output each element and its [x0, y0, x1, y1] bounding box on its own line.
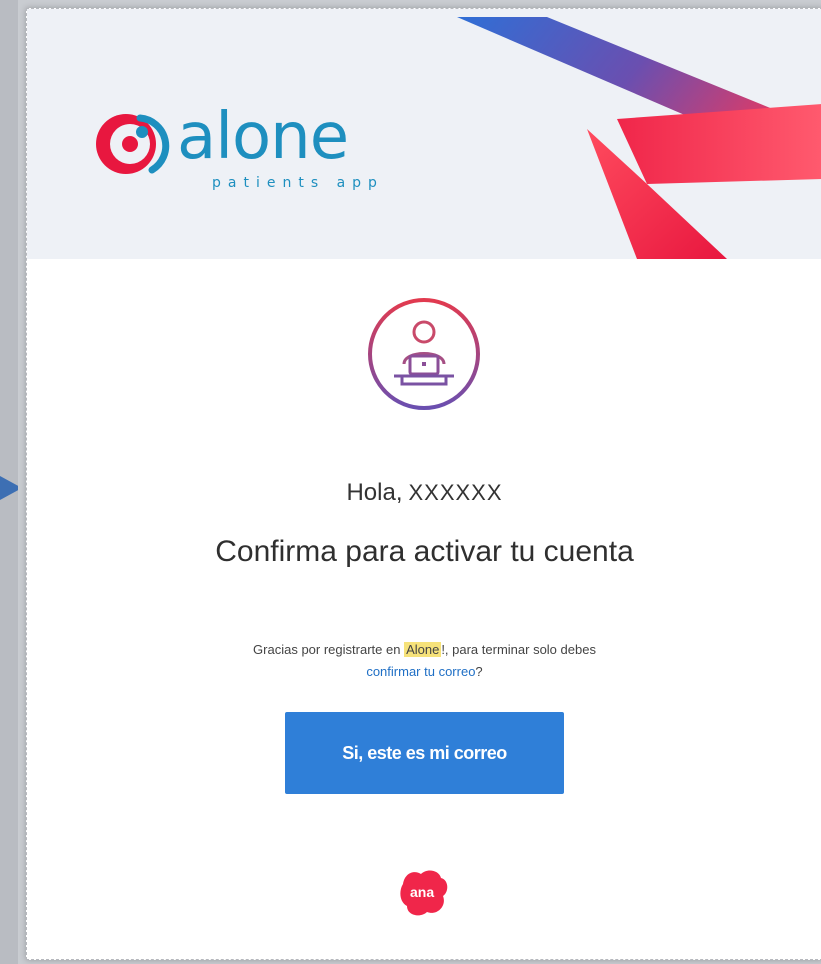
logo-tagline: patients app [212, 175, 384, 191]
confirm-email-link[interactable]: confirmar tu correo [366, 664, 475, 679]
footer-logo-text: ana [410, 884, 434, 900]
message-text-after: !, para terminar solo debes [441, 642, 596, 657]
headline: Confirma para activar tu cuenta [215, 535, 634, 568]
person-at-laptop-icon [368, 298, 480, 410]
email-card: alone patients app Hola, XXXXXX Confirma … [26, 8, 821, 960]
message-text-before: Gracias por registrarte en [253, 642, 405, 657]
message-text-end: ? [475, 664, 483, 679]
message-paragraph: Gracias por registrarte en Alone!, para … [27, 639, 821, 683]
brand-highlight: Alone [404, 642, 442, 657]
greeting-prefix: Hola, [346, 479, 403, 506]
greeting-line: Hola, XXXXXX [27, 479, 821, 507]
user-name: XXXXXX [408, 480, 503, 505]
email-frame: alone patients app Hola, XXXXXX Confirma … [18, 0, 821, 964]
alone-logo-mark [96, 114, 170, 174]
confirm-email-button[interactable]: Si, este es mi correo [285, 712, 564, 794]
pana-logo: ana [400, 870, 448, 916]
logo-wordmark: alone [177, 100, 349, 174]
email-header: alone patients app [27, 9, 821, 259]
